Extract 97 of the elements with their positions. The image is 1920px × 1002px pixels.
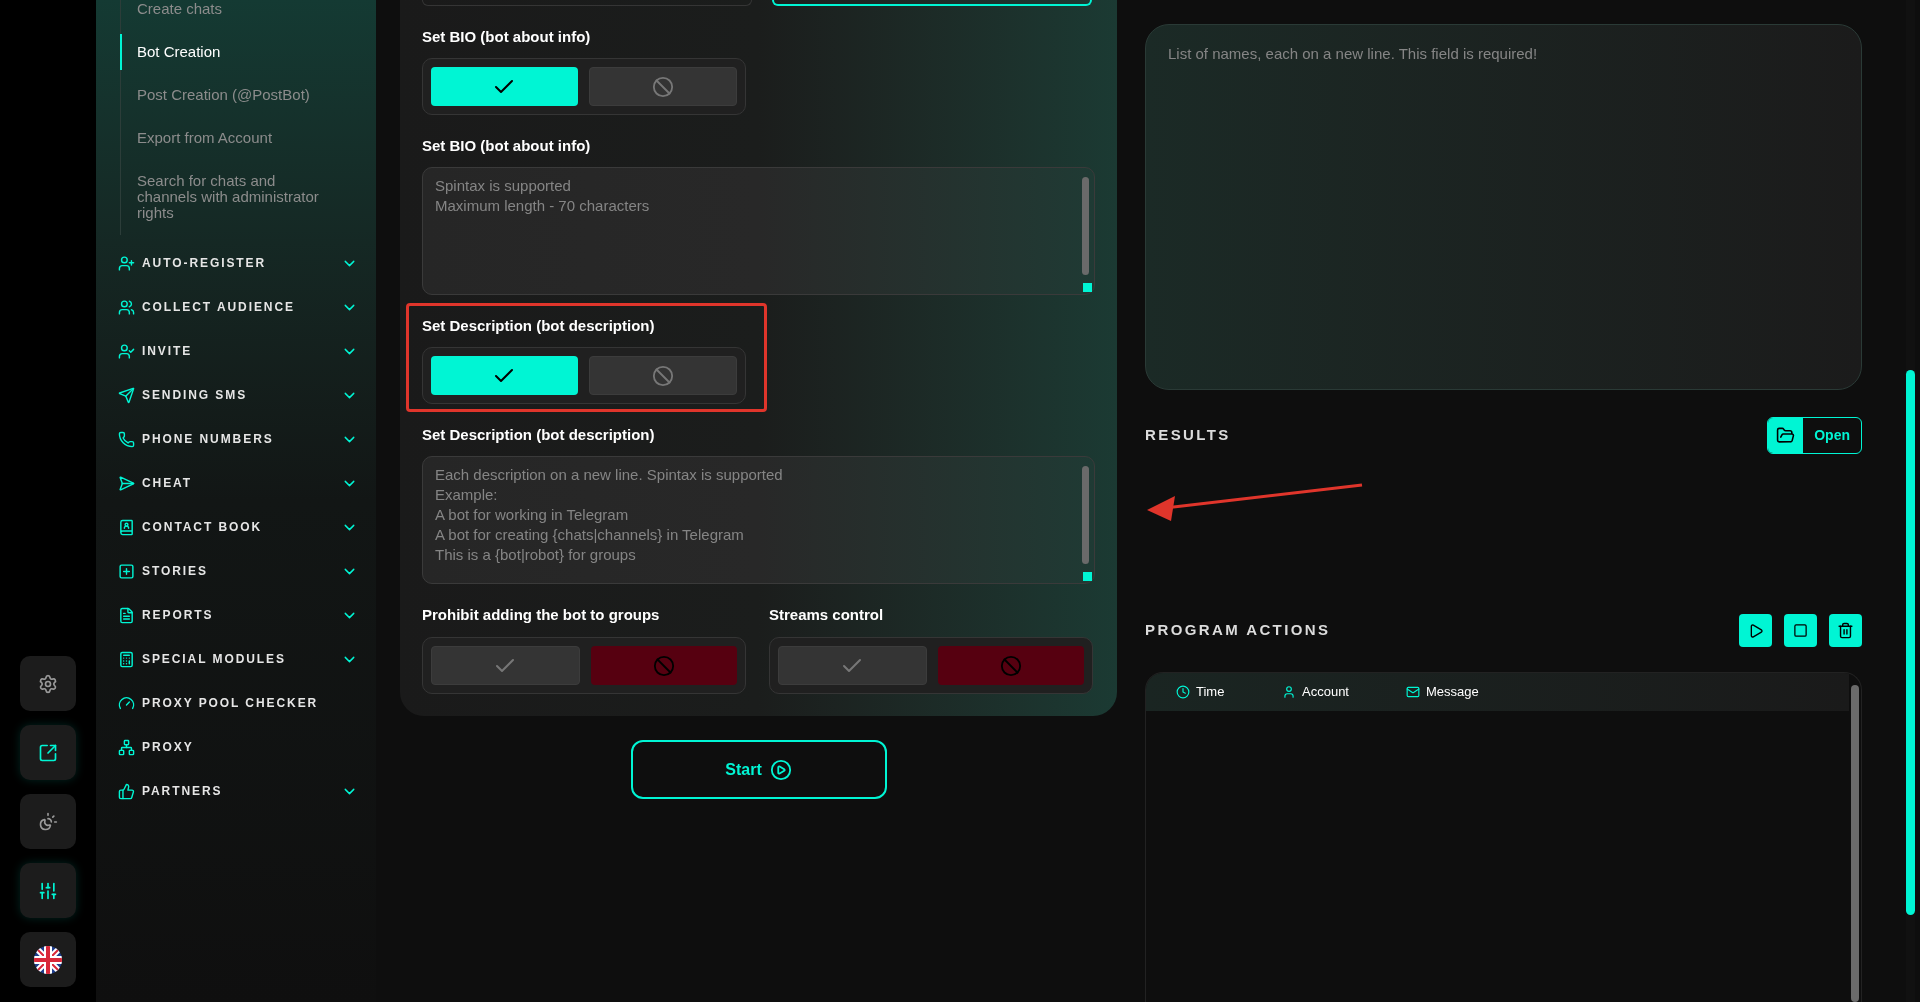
user-plus-icon (118, 254, 135, 272)
yes-option[interactable] (778, 646, 927, 685)
gauge-icon (118, 694, 135, 712)
submenu-item[interactable]: Search for chats and channels with administrator rights (121, 173, 338, 221)
menu-label: CONTACT BOOK (142, 519, 264, 536)
menu-item[interactable]: REPORTS (118, 593, 358, 637)
names-field[interactable]: List of names, each on a new line. This field is required! (1145, 24, 1862, 390)
ban-icon (651, 364, 674, 387)
delete-button[interactable] (1829, 614, 1862, 647)
menu-item[interactable]: COLLECT AUDIENCE (118, 285, 358, 329)
clock-icon (1176, 685, 1190, 699)
field-label: Set Description (bot description) (422, 317, 655, 335)
menu-label: CHEAT (142, 475, 194, 492)
menu-label: PARTNERS (142, 783, 224, 800)
page-scrollbar[interactable] (1906, 370, 1915, 915)
menu-label: PROXY POOL CHECKER (142, 695, 320, 712)
submenu-item[interactable]: Export from Account (121, 130, 338, 146)
field-label: Set Description (bot description) (422, 426, 655, 444)
network-icon (118, 738, 135, 756)
yes-option[interactable] (431, 67, 578, 106)
plus-square-icon (118, 562, 135, 580)
scrollbar[interactable] (1851, 685, 1859, 1002)
menu-item[interactable]: PROXY (118, 725, 358, 769)
submenu-item[interactable]: Post Creation (@PostBot) (121, 87, 338, 103)
menu-label: PHONE NUMBERS (142, 431, 275, 448)
menu-label: REPORTS (142, 607, 215, 624)
menu-item[interactable]: SENDING SMS (118, 373, 358, 417)
no-option[interactable] (588, 356, 737, 395)
submenu-item[interactable]: Create chats (121, 1, 338, 17)
yes-option[interactable] (431, 646, 580, 685)
menu-label: PROXY (142, 739, 195, 756)
play-circle-icon (769, 758, 792, 781)
scrollbar[interactable] (1082, 466, 1089, 564)
menu-label: SPECIAL MODULES (142, 651, 287, 668)
mail-icon (1406, 685, 1420, 699)
menu-item[interactable]: INVITE (118, 329, 358, 373)
no-option[interactable] (937, 646, 1084, 685)
text-area[interactable]: Each description on a new line. Spintax is supported Example: A bot for working in Telegram A bot for creating {chats|channels} in Telegram This is a {bot|robot} for groups (422, 456, 1095, 584)
menu-item[interactable]: AUTO-REGISTER (118, 241, 358, 285)
resize-handle-icon[interactable] (1083, 283, 1092, 292)
column-header: Time (1196, 683, 1225, 702)
ban-icon (999, 654, 1022, 677)
sliders-icon (38, 880, 58, 901)
resize-handle-icon[interactable] (1083, 572, 1092, 581)
column-header: Message (1426, 683, 1479, 702)
paper-plane-icon (118, 386, 135, 404)
start-button[interactable]: Start (630, 740, 887, 799)
rail-button[interactable] (20, 863, 76, 918)
flag-icon (34, 945, 62, 974)
field-label: Set BIO (bot about info) (422, 28, 591, 46)
play-button[interactable] (1739, 614, 1772, 647)
users-icon (118, 298, 135, 316)
calculator-icon (118, 650, 135, 668)
menu-item[interactable]: SPECIAL MODULES (118, 637, 358, 681)
external-link-icon (38, 742, 58, 763)
menu-item[interactable]: STORIES (118, 549, 358, 593)
menu-label: SENDING SMS (142, 387, 249, 404)
folder-icon (1776, 426, 1796, 445)
document-icon (118, 606, 135, 624)
field-label: Prohibit adding the bot to groups (422, 606, 661, 624)
paper-plane-icon (118, 474, 135, 492)
thumbs-up-icon (118, 782, 135, 800)
sun-moon-icon (38, 811, 58, 832)
yes-option[interactable] (431, 356, 578, 395)
no-option[interactable] (590, 646, 737, 685)
ban-icon (651, 75, 674, 98)
rail-button[interactable] (20, 656, 76, 711)
contact-book-icon (118, 518, 135, 536)
menu-label: STORIES (142, 563, 209, 580)
scrollbar[interactable] (1082, 177, 1089, 275)
menu-label: INVITE (142, 343, 194, 360)
text-area[interactable]: Spintax is supported Maximum length - 70 characters (422, 167, 1095, 295)
open-button[interactable]: Open (1767, 417, 1862, 454)
ban-icon (652, 654, 675, 677)
menu-item[interactable]: PROXY POOL CHECKER (118, 681, 358, 725)
trash-icon (1837, 622, 1854, 639)
menu-item[interactable]: PARTNERS (118, 769, 358, 813)
menu-item[interactable]: CONTACT BOOK (118, 505, 358, 549)
phone-icon (118, 430, 135, 448)
stop-icon (1793, 623, 1808, 638)
rail-button[interactable] (20, 932, 76, 987)
field-label: Streams control (769, 606, 885, 624)
column-header: Account (1302, 683, 1349, 702)
field-label: Set BIO (bot about info) (422, 137, 591, 155)
menu-item[interactable]: PHONE NUMBERS (118, 417, 358, 461)
menu-label: COLLECT AUDIENCE (142, 299, 296, 316)
menu-label: AUTO-REGISTER (142, 255, 268, 272)
section-title: RESULTS (1145, 425, 1231, 446)
rail-button[interactable] (20, 725, 76, 780)
section-title: PROGRAM ACTIONS (1145, 620, 1331, 641)
submenu-item[interactable]: Bot Creation (120, 34, 338, 70)
user-icon (1282, 685, 1296, 699)
settings-icon (38, 673, 58, 694)
menu-item[interactable]: CHEAT (118, 461, 358, 505)
no-option[interactable] (588, 67, 737, 106)
user-check-icon (118, 342, 135, 360)
stop-button[interactable] (1784, 614, 1817, 647)
